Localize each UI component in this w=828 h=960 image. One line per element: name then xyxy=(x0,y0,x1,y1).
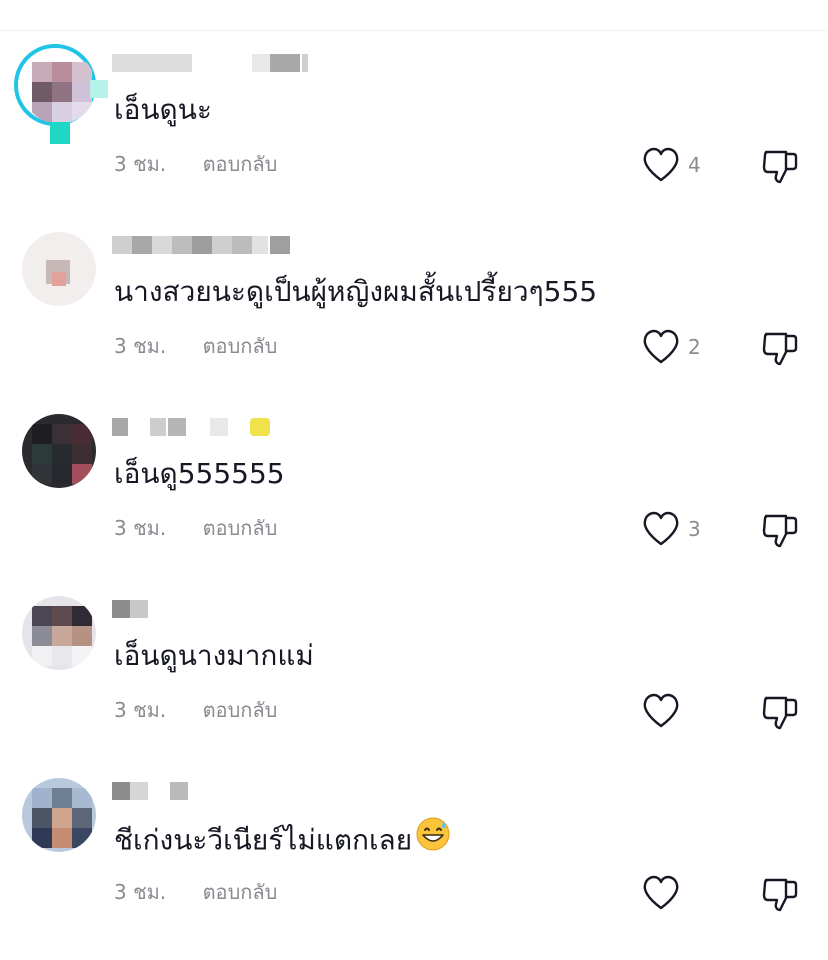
thumbs-down-icon xyxy=(760,150,800,190)
dislike-button[interactable] xyxy=(760,328,800,368)
grinning-sweat-emoji xyxy=(416,817,450,860)
dislike-button[interactable] xyxy=(760,874,800,914)
comment-text: เอ็นดูนางมากแม่ xyxy=(114,639,314,672)
reply-button[interactable]: ตอบกลับ xyxy=(203,878,278,906)
like-count: 3 xyxy=(688,517,701,541)
comment-meta: 3 ชม. ตอบกลับ xyxy=(114,696,277,724)
like-button[interactable] xyxy=(642,692,688,730)
avatar[interactable] xyxy=(22,414,96,488)
thumbs-down-icon xyxy=(760,696,800,736)
reply-button[interactable]: ตอบกลับ xyxy=(203,696,278,724)
comment-text: ชีเก่งนะวีเนียร์ไม่แตกเลย xyxy=(114,817,450,863)
username[interactable] xyxy=(112,414,312,436)
dislike-button[interactable] xyxy=(760,146,800,186)
avatar-decoration xyxy=(90,80,108,98)
heart-icon xyxy=(642,147,680,183)
heart-icon xyxy=(642,511,680,547)
comment-meta: 3 ชม. ตอบกลับ xyxy=(114,514,277,542)
heart-icon xyxy=(642,693,680,729)
avatar[interactable] xyxy=(22,778,96,852)
avatar[interactable] xyxy=(22,596,96,670)
thumbs-down-icon xyxy=(760,878,800,918)
comment-time: 3 ชม. xyxy=(114,698,167,722)
avatar[interactable] xyxy=(22,50,96,124)
like-button[interactable]: 2 xyxy=(642,328,701,366)
reply-button[interactable]: ตอบกลับ xyxy=(203,150,278,178)
username[interactable] xyxy=(112,232,312,254)
like-button[interactable]: 4 xyxy=(642,146,701,184)
reply-button[interactable]: ตอบกลับ xyxy=(203,514,278,542)
like-button[interactable] xyxy=(642,874,688,912)
comment-meta: 3 ชม. ตอบกลับ xyxy=(114,332,277,360)
like-count: 2 xyxy=(688,335,701,359)
thumbs-down-icon xyxy=(760,514,800,554)
dislike-button[interactable] xyxy=(760,510,800,550)
username[interactable] xyxy=(112,778,312,800)
comment-text: นางสวยนะดูเป็นผู้หญิงผมสั้นเปรี้ยวๆ555 xyxy=(114,275,598,308)
dislike-button[interactable] xyxy=(760,692,800,732)
comment-time: 3 ชม. xyxy=(114,152,167,176)
comment-time: 3 ชม. xyxy=(114,516,167,540)
username[interactable] xyxy=(112,50,312,72)
heart-icon xyxy=(642,875,680,911)
avatar[interactable] xyxy=(22,232,96,306)
thumbs-down-icon xyxy=(760,332,800,372)
comment-text: เอ็นดู555555 xyxy=(114,457,285,490)
reply-button[interactable]: ตอบกลับ xyxy=(203,332,278,360)
heart-icon xyxy=(642,329,680,365)
comment-text-body: ชีเก่งนะวีเนียร์ไม่แตกเลย xyxy=(114,823,413,857)
top-bar xyxy=(0,0,828,31)
comment-item: เอ็นดู555555 3 ชม. ตอบกลับ 3 xyxy=(0,414,828,596)
like-count: 4 xyxy=(688,153,701,177)
avatar-decoration xyxy=(50,122,70,144)
comment-item: ชีเก่งนะวีเนียร์ไม่แตกเลย 3 ชม. ตอบกลับ xyxy=(0,778,828,960)
comment-meta: 3 ชม. ตอบกลับ xyxy=(114,878,277,906)
comment-item: เอ็นดูนะ 3 ชม. ตอบกลับ 4 xyxy=(0,44,828,232)
comment-item: เอ็นดูนางมากแม่ 3 ชม. ตอบกลับ xyxy=(0,596,828,778)
comment-meta: 3 ชม. ตอบกลับ xyxy=(114,150,277,178)
like-button[interactable]: 3 xyxy=(642,510,701,548)
comment-text: เอ็นดูนะ xyxy=(114,93,212,126)
comment-time: 3 ชม. xyxy=(114,880,167,904)
comment-item: นางสวยนะดูเป็นผู้หญิงผมสั้นเปรี้ยวๆ555 3… xyxy=(0,232,828,414)
username[interactable] xyxy=(112,596,312,618)
comment-time: 3 ชม. xyxy=(114,334,167,358)
